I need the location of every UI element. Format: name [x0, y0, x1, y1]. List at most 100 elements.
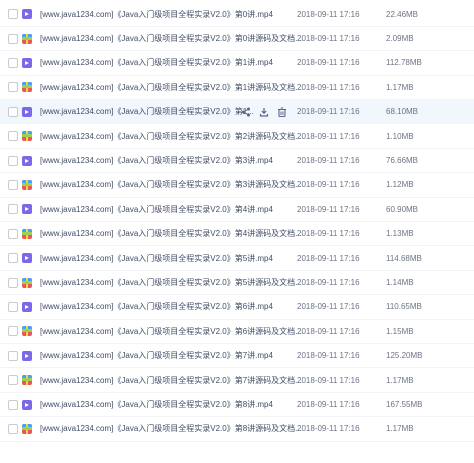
- file-row[interactable]: [www.java1234.com]《Java入门级项目全程实录V2.0》第4讲…: [0, 198, 474, 223]
- modified-date: 2018-09-11 17:16: [297, 204, 360, 214]
- file-name[interactable]: [www.java1234.com]《Java入门级项目全程实录V2.0》第7讲…: [40, 350, 273, 361]
- row-checkbox[interactable]: [8, 82, 18, 93]
- file-row[interactable]: [www.java1234.com]《Java入门级项目全程实录V2.0》第7讲…: [0, 369, 474, 393]
- file-name[interactable]: [www.java1234.com]《Java入门级项目全程实录V2.0》第5讲…: [40, 277, 302, 288]
- file-list: [www.java1234.com]《Java入门级项目全程实录V2.0》第0讲…: [0, 0, 474, 463]
- row-checkbox[interactable]: [8, 423, 18, 434]
- modified-date: 2018-09-11 17:16: [297, 351, 360, 361]
- file-name[interactable]: [www.java1234.com]《Java入门级项目全程实录V2.0》第1.…: [40, 106, 254, 117]
- file-row[interactable]: [www.java1234.com]《Java入门级项目全程实录V2.0》第0讲…: [0, 27, 474, 52]
- row-checkbox[interactable]: [8, 179, 18, 190]
- file-name[interactable]: [www.java1234.com]《Java入门级项目全程实录V2.0》第6讲…: [40, 326, 302, 337]
- file-size: 1.14MB: [386, 278, 414, 288]
- file-size: 112.78MB: [386, 58, 422, 68]
- file-size: 1.13MB: [386, 229, 414, 239]
- file-name[interactable]: [www.java1234.com]《Java入门级项目全程实录V2.0》第0讲…: [40, 33, 302, 44]
- row-checkbox[interactable]: [8, 375, 18, 386]
- file-row[interactable]: [www.java1234.com]《Java入门级项目全程实录V2.0》第8讲…: [0, 417, 474, 442]
- archive-file-icon: [22, 375, 32, 386]
- file-name[interactable]: [www.java1234.com]《Java入门级项目全程实录V2.0》第3讲…: [40, 179, 302, 190]
- row-checkbox[interactable]: [8, 106, 18, 117]
- modified-date: 2018-09-11 17:16: [297, 82, 360, 92]
- row-checkbox[interactable]: [8, 204, 18, 215]
- file-name[interactable]: [www.java1234.com]《Java入门级项目全程实录V2.0》第8讲…: [40, 423, 302, 434]
- row-checkbox[interactable]: [8, 131, 18, 142]
- file-row[interactable]: [www.java1234.com]《Java入门级项目全程实录V2.0》第0讲…: [0, 3, 474, 27]
- file-size: 76.66MB: [386, 156, 419, 166]
- file-name[interactable]: [www.java1234.com]《Java入门级项目全程实录V2.0》第6讲…: [40, 301, 273, 312]
- file-row[interactable]: [www.java1234.com]《Java入门级项目全程实录V2.0》第2讲…: [0, 125, 474, 149]
- row-checkbox[interactable]: [8, 33, 18, 44]
- file-row[interactable]: [www.java1234.com]《Java入门级项目全程实录V2.0》第4讲…: [0, 222, 474, 247]
- file-row[interactable]: [www.java1234.com]《Java入门级项目全程实录V2.0》第6讲…: [0, 295, 474, 320]
- file-row[interactable]: [www.java1234.com]《Java入门级项目全程实录V2.0》第5讲…: [0, 271, 474, 296]
- archive-file-icon: [22, 228, 32, 239]
- video-file-icon: [22, 57, 32, 68]
- file-size: 1.10MB: [386, 131, 414, 141]
- modified-date: 2018-09-11 17:16: [297, 424, 360, 434]
- row-checkbox[interactable]: [8, 326, 18, 337]
- row-checkbox[interactable]: [8, 253, 18, 264]
- row-checkbox[interactable]: [8, 399, 18, 410]
- archive-file-icon: [22, 423, 32, 434]
- file-size: 68.10MB: [386, 107, 419, 117]
- row-checkbox[interactable]: [8, 228, 18, 239]
- file-row[interactable]: [www.java1234.com]《Java入门级项目全程实录V2.0》第5讲…: [0, 247, 474, 271]
- video-file-icon: [22, 155, 32, 166]
- share-icon[interactable]: [241, 107, 251, 117]
- modified-date: 2018-09-11 17:16: [297, 34, 360, 44]
- file-size: 60.90MB: [386, 204, 419, 214]
- row-checkbox[interactable]: [8, 155, 18, 166]
- file-name[interactable]: [www.java1234.com]《Java入门级项目全程实录V2.0》第2讲…: [40, 131, 302, 142]
- file-name[interactable]: [www.java1234.com]《Java入门级项目全程实录V2.0》第4讲…: [40, 228, 302, 239]
- file-row[interactable]: [www.java1234.com]《Java入门级项目全程实录V2.0》第1讲…: [0, 51, 474, 76]
- row-checkbox[interactable]: [8, 301, 18, 312]
- file-row[interactable]: [www.java1234.com]《Java入门级项目全程实录V2.0》第6讲…: [0, 320, 474, 345]
- file-name[interactable]: [www.java1234.com]《Java入门级项目全程实录V2.0》第0讲…: [40, 9, 273, 20]
- file-size: 1.17MB: [386, 82, 414, 92]
- modified-date: 2018-09-11 17:16: [297, 400, 360, 410]
- video-file-icon: [22, 399, 32, 410]
- file-size: 1.15MB: [386, 326, 414, 336]
- row-checkbox[interactable]: [8, 350, 18, 361]
- file-row[interactable]: [www.java1234.com]《Java入门级项目全程实录V2.0》第3讲…: [0, 149, 474, 174]
- modified-date: 2018-09-11 17:16: [297, 180, 360, 190]
- file-name[interactable]: [www.java1234.com]《Java入门级项目全程实录V2.0》第4讲…: [40, 204, 273, 215]
- archive-file-icon: [22, 326, 32, 337]
- modified-date: 2018-09-11 17:16: [297, 375, 360, 385]
- video-file-icon: [22, 253, 32, 264]
- modified-date: 2018-09-11 17:16: [297, 9, 360, 19]
- row-checkbox[interactable]: [8, 57, 18, 68]
- archive-file-icon: [22, 82, 32, 93]
- row-actions: [241, 107, 287, 117]
- archive-file-icon: [22, 131, 32, 142]
- file-name[interactable]: [www.java1234.com]《Java入门级项目全程实录V2.0》第1讲…: [40, 82, 302, 93]
- download-icon[interactable]: [259, 107, 269, 117]
- file-row[interactable]: [www.java1234.com]《Java入门级项目全程实录V2.0》第7讲…: [0, 344, 474, 369]
- archive-file-icon: [22, 277, 32, 288]
- modified-date: 2018-09-11 17:16: [297, 229, 360, 239]
- file-row[interactable]: [www.java1234.com]《Java入门级项目全程实录V2.0》第8讲…: [0, 393, 474, 418]
- file-name[interactable]: [www.java1234.com]《Java入门级项目全程实录V2.0》第8讲…: [40, 399, 273, 410]
- video-file-icon: [22, 350, 32, 361]
- video-file-icon: [22, 106, 32, 117]
- file-size: 114.68MB: [386, 253, 422, 263]
- file-row[interactable]: [www.java1234.com]《Java入门级项目全程实录V2.0》第3讲…: [0, 173, 474, 198]
- row-checkbox[interactable]: [8, 9, 18, 20]
- modified-date: 2018-09-11 17:16: [297, 326, 360, 336]
- video-file-icon: [22, 9, 32, 20]
- delete-icon[interactable]: [277, 107, 287, 117]
- modified-date: 2018-09-11 17:16: [297, 302, 360, 312]
- archive-file-icon: [22, 33, 32, 44]
- row-checkbox[interactable]: [8, 277, 18, 288]
- file-name[interactable]: [www.java1234.com]《Java入门级项目全程实录V2.0》第3讲…: [40, 155, 273, 166]
- video-file-icon: [22, 204, 32, 215]
- file-row[interactable]: [www.java1234.com]《Java入门级项目全程实录V2.0》第1讲…: [0, 76, 474, 101]
- file-name[interactable]: [www.java1234.com]《Java入门级项目全程实录V2.0》第5讲…: [40, 253, 273, 264]
- file-size: 110.65MB: [386, 302, 422, 312]
- file-row[interactable]: [www.java1234.com]《Java入门级项目全程实录V2.0》第1.…: [0, 100, 474, 125]
- modified-date: 2018-09-11 17:16: [297, 253, 360, 263]
- file-name[interactable]: [www.java1234.com]《Java入门级项目全程实录V2.0》第1讲…: [40, 57, 273, 68]
- file-name[interactable]: [www.java1234.com]《Java入门级项目全程实录V2.0》第7讲…: [40, 375, 302, 386]
- modified-date: 2018-09-11 17:16: [297, 58, 360, 68]
